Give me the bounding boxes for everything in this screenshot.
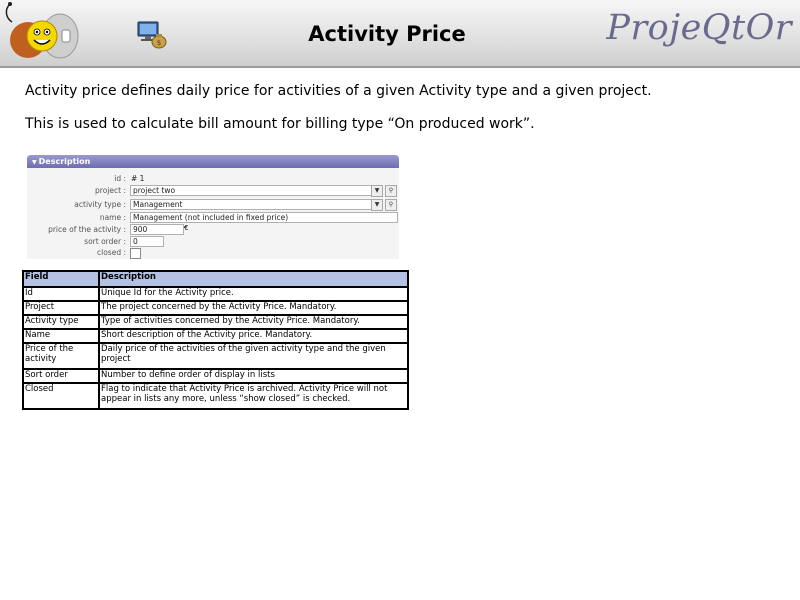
form-row-price: price of the activity : 900 € xyxy=(27,224,399,235)
field-label: price of the activity : xyxy=(48,225,126,234)
table-row: Closed Flag to indicate that Activity Pr… xyxy=(22,382,409,410)
id-value: # 1 xyxy=(131,174,145,183)
field-cell: Price of the activity xyxy=(22,342,100,370)
table-row: Price of the activity Daily price of the… xyxy=(22,342,409,370)
description-cell: Number to define order of display in lis… xyxy=(98,368,409,384)
table-row: Name Short description of the Activity p… xyxy=(22,328,409,344)
search-icon[interactable]: ⚲ xyxy=(385,199,397,211)
intro-paragraph: Activity price defines daily price for a… xyxy=(25,83,652,99)
field-cell: Sort order xyxy=(22,368,100,384)
price-input[interactable]: 900 xyxy=(130,224,184,235)
activity-type-select[interactable]: Management xyxy=(130,199,376,210)
field-label: closed : xyxy=(97,248,126,257)
column-header-field: Field xyxy=(22,270,100,288)
form-row-name: name : Management (not included in fixed… xyxy=(27,212,399,223)
form-row-sort-order: sort order : 0 xyxy=(27,236,399,247)
form-row-closed: closed : xyxy=(27,247,399,259)
sort-order-input[interactable]: 0 xyxy=(130,236,164,247)
field-cell: Id xyxy=(22,286,100,302)
description-cell: Short description of the Activity price.… xyxy=(98,328,409,344)
header-bar: $ Activity Price ProjeQtOr xyxy=(0,0,800,68)
field-label: sort order : xyxy=(84,237,126,246)
description-form: ▼ Description id : # 1 project : project … xyxy=(27,155,399,259)
section-title: Description xyxy=(38,157,91,166)
search-icon[interactable]: ⚲ xyxy=(385,185,397,197)
description-cell: Type of activities concerned by the Acti… xyxy=(98,314,409,330)
field-cell: Closed xyxy=(22,382,100,410)
field-cell: Project xyxy=(22,300,100,316)
dropdown-arrow-icon[interactable]: ▼ xyxy=(371,185,383,197)
dropdown-arrow-icon[interactable]: ▼ xyxy=(371,199,383,211)
field-label: project : xyxy=(95,186,126,195)
table-row: Project The project concerned by the Act… xyxy=(22,300,409,316)
field-description-table: Field Description Id Unique Id for the A… xyxy=(22,270,409,410)
collapse-triangle-icon[interactable]: ▼ xyxy=(32,159,37,166)
description-cell: Daily price of the activities of the giv… xyxy=(98,342,409,370)
closed-checkbox[interactable] xyxy=(130,248,141,259)
table-row: Id Unique Id for the Activity price. xyxy=(22,286,409,302)
field-cell: Activity type xyxy=(22,314,100,330)
table-row: Activity type Type of activities concern… xyxy=(22,314,409,330)
table-row: Sort order Number to define order of dis… xyxy=(22,368,409,384)
column-header-description: Description xyxy=(98,270,409,288)
name-input[interactable]: Management (not included in fixed price) xyxy=(130,212,398,223)
table-header-row: Field Description xyxy=(22,270,409,288)
field-label: activity type : xyxy=(74,200,126,209)
field-label: name : xyxy=(99,213,126,222)
field-cell: Name xyxy=(22,328,100,344)
form-row-project: project : project two ▼ ⚲ xyxy=(27,185,399,197)
section-header[interactable]: ▼ Description xyxy=(27,155,399,168)
form-row-activity-type: activity type : Management ▼ ⚲ xyxy=(27,199,399,211)
description-cell: The project concerned by the Activity Pr… xyxy=(98,300,409,316)
currency-symbol: € xyxy=(184,224,189,232)
description-cell: Flag to indicate that Activity Price is … xyxy=(98,382,409,410)
description-cell: Unique Id for the Activity price. xyxy=(98,286,409,302)
intro-paragraph-2: This is used to calculate bill amount fo… xyxy=(25,116,535,132)
field-label: id : xyxy=(114,174,126,183)
form-row-id: id : # 1 xyxy=(27,173,399,184)
brand-logo-text: ProjeQtOr xyxy=(606,8,792,48)
project-select[interactable]: project two xyxy=(130,185,376,196)
